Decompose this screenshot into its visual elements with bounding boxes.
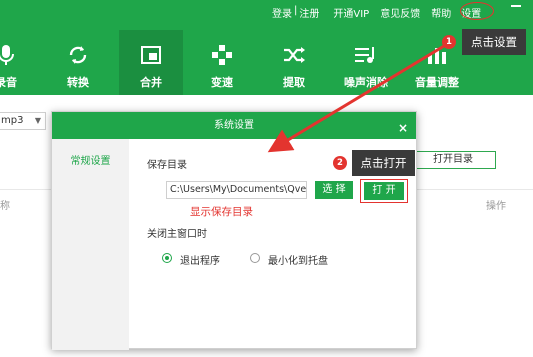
pointer-arrow xyxy=(267,44,445,153)
step-2-callout: 点击打开 xyxy=(352,150,415,176)
app-window: 登录 | 注册 开通VIP 意见反馈 帮助 设置 录音 转换 合并 变速 提取 … xyxy=(0,0,533,357)
step-1-badge: 1 xyxy=(442,35,456,49)
step-1-callout: 点击设置 xyxy=(462,29,526,55)
step-2-badge: 2 xyxy=(333,156,347,170)
